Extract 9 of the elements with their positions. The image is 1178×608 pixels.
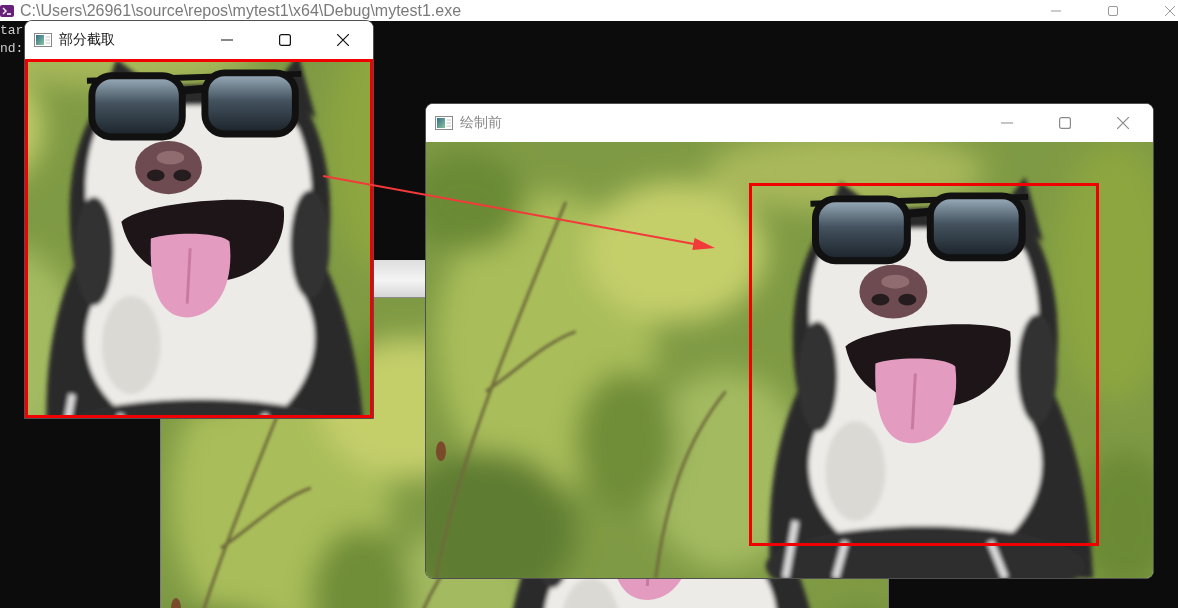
console-line: nd:: [0, 40, 24, 58]
window-title: C:\Users\26961\source\repos\mytest1\x64\Debug\mytest1.exe: [20, 0, 462, 21]
window-title: 绘制前: [460, 114, 502, 132]
window-title: 部分截取: [59, 31, 115, 49]
console-line: tar: [0, 22, 24, 40]
close-icon[interactable]: [337, 34, 349, 46]
picture-icon: [435, 116, 453, 130]
picture-icon: [34, 33, 52, 47]
maximize-icon[interactable]: [279, 34, 291, 46]
